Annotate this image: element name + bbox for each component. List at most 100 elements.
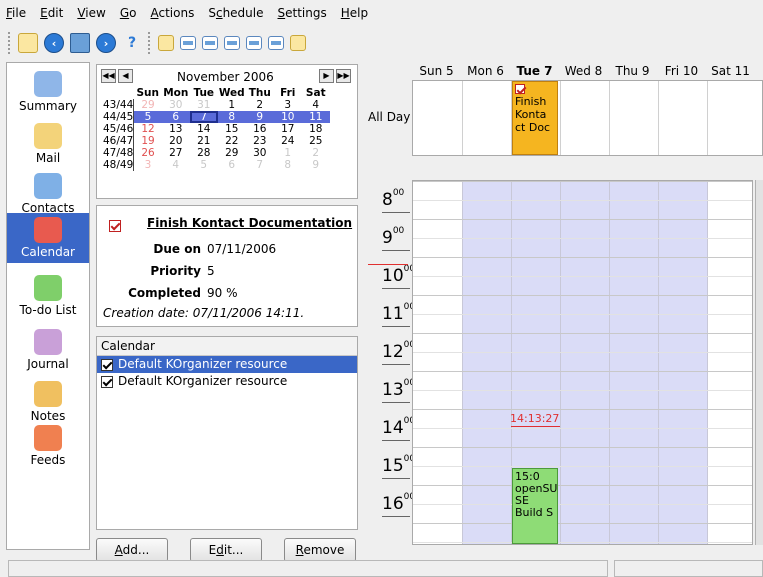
month-label[interactable]: November 2006 <box>177 70 274 84</box>
day-cell[interactable]: 27 <box>162 147 190 159</box>
new-mail-icon[interactable] <box>70 33 90 53</box>
next-month-icon[interactable]: ▶ <box>319 69 334 83</box>
day-cell[interactable]: 26 <box>134 147 162 159</box>
day-cell[interactable]: 1 <box>218 99 246 111</box>
week-number[interactable]: 43/44 <box>101 99 135 111</box>
day-view-icon[interactable] <box>180 36 196 50</box>
day-header[interactable]: Mon 6 <box>461 64 510 78</box>
day-header[interactable]: Sun 5 <box>412 64 461 78</box>
day-header[interactable]: Fri 10 <box>657 64 706 78</box>
timed-event[interactable]: 15:0 openSU SE Build S <box>512 468 558 544</box>
day-cell[interactable]: 22 <box>218 135 246 147</box>
vertical-scrollbar[interactable] <box>755 180 763 545</box>
sidebar-item-contacts[interactable]: Contacts <box>7 169 89 219</box>
new-event-icon[interactable] <box>18 33 38 53</box>
menu-view[interactable]: View <box>77 6 105 20</box>
journal-view-icon[interactable] <box>290 35 306 51</box>
day-cell[interactable]: 5 <box>133 111 162 123</box>
toolbar-handle-2[interactable] <box>148 32 152 54</box>
day-cell[interactable]: 7 <box>189 111 218 123</box>
sidebar-item-to-do-list[interactable]: To-do List <box>7 271 89 321</box>
sidebar-item-journal[interactable]: Journal <box>7 325 89 375</box>
day-cell[interactable]: 21 <box>190 135 218 147</box>
sidebar-item-notes[interactable]: Notes <box>7 377 89 427</box>
day-cell[interactable]: 3 <box>274 99 302 111</box>
resource-checkbox[interactable] <box>101 358 113 371</box>
day-cell[interactable]: 5 <box>190 159 218 171</box>
day-cell[interactable]: 14 <box>190 123 218 135</box>
day-cell[interactable]: 23 <box>246 135 274 147</box>
menu-actions[interactable]: Actions <box>150 6 194 20</box>
day-cell[interactable]: 10 <box>273 111 302 123</box>
sidebar-item-calendar[interactable]: Calendar <box>7 213 89 263</box>
forward-icon[interactable]: › <box>96 33 116 53</box>
day-cell[interactable]: 13 <box>162 123 190 135</box>
prev-year-icon[interactable]: ◀◀ <box>101 69 116 83</box>
day-cell[interactable]: 29 <box>218 147 246 159</box>
day-cell[interactable]: 9 <box>245 111 274 123</box>
day-cell[interactable]: 31 <box>190 99 218 111</box>
sidebar-item-feeds[interactable]: Feeds <box>7 421 89 471</box>
day-cell[interactable]: 2 <box>302 147 330 159</box>
day-cell[interactable]: 19 <box>134 135 162 147</box>
month-view-icon[interactable] <box>268 36 284 50</box>
day-cell[interactable]: 29 <box>134 99 162 111</box>
next-days-view-icon[interactable] <box>246 36 262 50</box>
day-cell[interactable]: 2 <box>246 99 274 111</box>
day-cell[interactable]: 4 <box>302 99 330 111</box>
day-cell[interactable]: 6 <box>218 159 246 171</box>
day-cell[interactable]: 1 <box>274 147 302 159</box>
back-icon[interactable]: ‹ <box>44 33 64 53</box>
toolbar-handle[interactable] <box>8 32 12 54</box>
day-cell[interactable]: 8 <box>274 159 302 171</box>
resource-row[interactable]: Default KOrganizer resource <box>97 373 357 390</box>
day-cell[interactable]: 9 <box>302 159 330 171</box>
resources-header[interactable]: Calendar <box>97 337 357 356</box>
week-number[interactable]: 46/47 <box>101 135 135 147</box>
next-year-icon[interactable]: ▶▶ <box>336 69 351 83</box>
all-day-area[interactable]: Finish Konta ct Doc <box>412 80 763 156</box>
menu-settings[interactable]: Settings <box>278 6 327 20</box>
menu-schedule[interactable]: Schedule <box>208 6 263 20</box>
day-cell[interactable]: 16 <box>246 123 274 135</box>
menu-edit[interactable]: Edit <box>40 6 63 20</box>
menu-help[interactable]: Help <box>341 6 368 20</box>
day-cell[interactable]: 3 <box>134 159 162 171</box>
week-number[interactable]: 47/48 <box>101 147 135 159</box>
day-cell[interactable]: 7 <box>246 159 274 171</box>
week-number[interactable]: 48/49 <box>101 159 135 171</box>
whats-this-icon[interactable]: ? <box>122 33 142 53</box>
all-day-event[interactable]: Finish Konta ct Doc <box>512 81 558 155</box>
week-view-icon[interactable] <box>224 36 240 50</box>
week-number[interactable]: 44/45 <box>101 111 135 123</box>
day-cell[interactable]: 30 <box>246 147 274 159</box>
todo-title[interactable]: Finish Kontact Documentation <box>147 216 352 230</box>
day-cell[interactable]: 8 <box>217 111 246 123</box>
todo-checkbox[interactable] <box>109 219 121 232</box>
day-cell[interactable]: 20 <box>162 135 190 147</box>
day-header[interactable]: Wed 8 <box>559 64 608 78</box>
day-header[interactable]: Tue 7 <box>510 64 559 78</box>
day-cell[interactable]: 25 <box>302 135 330 147</box>
day-cell[interactable]: 15 <box>218 123 246 135</box>
time-grid[interactable]: 14:13:27 15:0 openSU SE Build S <box>412 180 753 545</box>
day-cell[interactable]: 28 <box>190 147 218 159</box>
workweek-view-icon[interactable] <box>202 36 218 50</box>
day-cell[interactable]: 11 <box>301 111 330 123</box>
prev-month-icon[interactable]: ◀ <box>118 69 133 83</box>
menu-go[interactable]: Go <box>120 6 137 20</box>
menu-file[interactable]: File <box>6 6 26 20</box>
day-cell[interactable]: 6 <box>161 111 190 123</box>
sidebar-item-mail[interactable]: Mail <box>7 119 89 169</box>
day-header[interactable]: Sat 11 <box>706 64 755 78</box>
resource-row[interactable]: Default KOrganizer resource <box>97 356 357 373</box>
day-cell[interactable]: 12 <box>134 123 162 135</box>
day-cell[interactable]: 18 <box>302 123 330 135</box>
day-cell[interactable]: 17 <box>274 123 302 135</box>
day-cell[interactable]: 24 <box>274 135 302 147</box>
sidebar-item-summary[interactable]: Summary <box>7 67 89 117</box>
day-cell[interactable]: 4 <box>162 159 190 171</box>
todo-view-icon[interactable] <box>158 35 174 51</box>
week-number[interactable]: 45/46 <box>101 123 135 135</box>
resource-checkbox[interactable] <box>101 375 113 388</box>
